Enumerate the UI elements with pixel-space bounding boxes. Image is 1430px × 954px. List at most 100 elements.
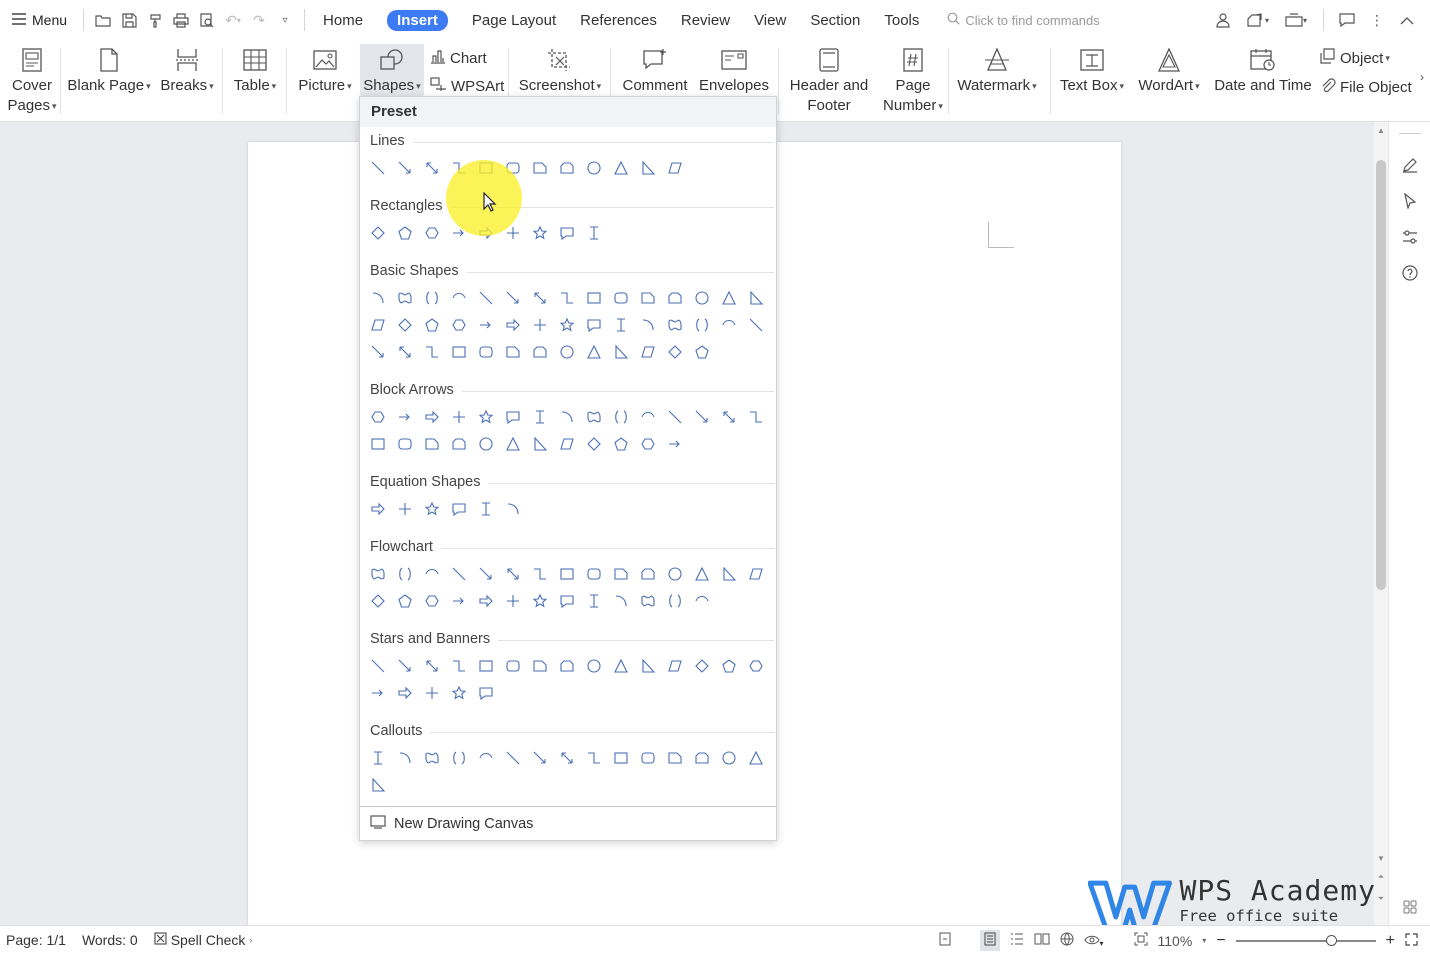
open-folder-icon[interactable] xyxy=(90,0,116,40)
envelopes-button[interactable]: Envelopes xyxy=(696,44,772,96)
shape-stars-16[interactable] xyxy=(367,682,389,704)
shape-basic-27[interactable] xyxy=(664,314,686,336)
shape-basic-26[interactable] xyxy=(637,314,659,336)
reading-view-icon[interactable] xyxy=(1034,932,1050,949)
shape-stars-14[interactable] xyxy=(718,655,740,677)
tab-home[interactable]: Home xyxy=(311,0,375,40)
page-count[interactable]: Page: 1/1 xyxy=(0,932,74,948)
tab-section[interactable]: Section xyxy=(798,0,872,40)
shape-basic-9[interactable] xyxy=(583,287,605,309)
ribbon-scroll-right-icon[interactable]: › xyxy=(1420,70,1424,84)
format-painter-icon[interactable] xyxy=(142,0,168,40)
shape-basic-39[interactable] xyxy=(583,341,605,363)
shape-basic-5[interactable] xyxy=(475,287,497,309)
shape-flowchart-15[interactable] xyxy=(745,563,767,585)
shape-basic-12[interactable] xyxy=(664,287,686,309)
shape-block-arrows-7[interactable] xyxy=(529,406,551,428)
blank-page-button[interactable]: Blank Page xyxy=(66,44,152,96)
shape-basic-41[interactable] xyxy=(637,341,659,363)
shape-callouts-10[interactable] xyxy=(610,747,632,769)
shape-lines-9[interactable] xyxy=(583,157,605,179)
chart-button[interactable]: Chart xyxy=(430,45,487,71)
export-icon[interactable]: ▾ xyxy=(1279,0,1313,40)
shape-stars-9[interactable] xyxy=(583,655,605,677)
zoom-in-icon[interactable]: + xyxy=(1386,932,1395,950)
object-button[interactable]: Object xyxy=(1320,45,1390,71)
shape-stars-18[interactable] xyxy=(421,682,443,704)
shape-rectangles-7[interactable] xyxy=(529,222,551,244)
web-view-icon[interactable] xyxy=(1060,932,1074,949)
shape-rectangles-9[interactable] xyxy=(583,222,605,244)
shape-flowchart-14[interactable] xyxy=(718,563,740,585)
shape-basic-21[interactable] xyxy=(502,314,524,336)
page-number-button[interactable]: Page Number xyxy=(878,44,948,116)
shape-callouts-8[interactable] xyxy=(556,747,578,769)
shape-flowchart-4[interactable] xyxy=(448,563,470,585)
shape-flowchart-17[interactable] xyxy=(394,590,416,612)
shape-flowchart-23[interactable] xyxy=(556,590,578,612)
shape-stars-20[interactable] xyxy=(475,682,497,704)
shape-flowchart-8[interactable] xyxy=(556,563,578,585)
shape-flowchart-21[interactable] xyxy=(502,590,524,612)
share-icon[interactable]: ▾ xyxy=(1241,0,1275,40)
shape-flowchart-18[interactable] xyxy=(421,590,443,612)
menu-button[interactable]: Menu xyxy=(0,0,77,40)
shape-callouts-2[interactable] xyxy=(394,747,416,769)
shape-stars-10[interactable] xyxy=(610,655,632,677)
shape-block-arrows-25[interactable] xyxy=(610,433,632,455)
shape-block-arrows-6[interactable] xyxy=(502,406,524,428)
shape-stars-11[interactable] xyxy=(637,655,659,677)
shape-block-arrows-15[interactable] xyxy=(745,406,767,428)
shape-rectangles-3[interactable] xyxy=(421,222,443,244)
chevron-down-icon[interactable]: ▾ xyxy=(1202,936,1206,945)
shape-flowchart-24[interactable] xyxy=(583,590,605,612)
new-drawing-canvas-button[interactable]: New Drawing Canvas xyxy=(370,815,533,833)
tab-references[interactable]: References xyxy=(568,0,669,40)
shape-callouts-16[interactable] xyxy=(367,774,389,796)
shape-stars-19[interactable] xyxy=(448,682,470,704)
shape-callouts-9[interactable] xyxy=(583,747,605,769)
shape-equation-6[interactable] xyxy=(502,498,524,520)
scrollbar-thumb[interactable] xyxy=(1376,160,1386,590)
shape-block-arrows-19[interactable] xyxy=(448,433,470,455)
tab-review[interactable]: Review xyxy=(669,0,742,40)
file-object-button[interactable]: File Object xyxy=(1320,74,1412,100)
shape-block-arrows-13[interactable] xyxy=(691,406,713,428)
shape-block-arrows-23[interactable] xyxy=(556,433,578,455)
shape-basic-30[interactable] xyxy=(745,314,767,336)
shape-block-arrows-20[interactable] xyxy=(475,433,497,455)
shape-block-arrows-5[interactable] xyxy=(475,406,497,428)
shape-flowchart-28[interactable] xyxy=(691,590,713,612)
protect-doc-icon[interactable] xyxy=(938,932,952,949)
print-preview-icon[interactable] xyxy=(194,0,220,40)
shape-basic-18[interactable] xyxy=(421,314,443,336)
tab-page-layout[interactable]: Page Layout xyxy=(460,0,568,40)
shape-flowchart-22[interactable] xyxy=(529,590,551,612)
shape-basic-6[interactable] xyxy=(502,287,524,309)
shape-basic-3[interactable] xyxy=(421,287,443,309)
cover-pages-button[interactable]: Cover Pages xyxy=(7,44,56,116)
shape-basic-1[interactable] xyxy=(367,287,389,309)
shape-flowchart-7[interactable] xyxy=(529,563,551,585)
shape-block-arrows-16[interactable] xyxy=(367,433,389,455)
date-time-button[interactable]: Date and Time xyxy=(1212,44,1314,96)
redo-icon[interactable]: ↷ xyxy=(246,0,272,40)
shape-block-arrows-8[interactable] xyxy=(556,406,578,428)
shape-basic-13[interactable] xyxy=(691,287,713,309)
shape-stars-3[interactable] xyxy=(421,655,443,677)
shape-block-arrows-11[interactable] xyxy=(637,406,659,428)
shape-block-arrows-12[interactable] xyxy=(664,406,686,428)
shape-block-arrows-14[interactable] xyxy=(718,406,740,428)
shape-flowchart-25[interactable] xyxy=(610,590,632,612)
shape-equation-4[interactable] xyxy=(448,498,470,520)
shape-basic-22[interactable] xyxy=(529,314,551,336)
shape-flowchart-12[interactable] xyxy=(664,563,686,585)
shape-basic-28[interactable] xyxy=(691,314,713,336)
shape-callouts-12[interactable] xyxy=(664,747,686,769)
shape-block-arrows-18[interactable] xyxy=(421,433,443,455)
shape-block-arrows-26[interactable] xyxy=(637,433,659,455)
shape-stars-15[interactable] xyxy=(745,655,767,677)
shape-lines-11[interactable] xyxy=(637,157,659,179)
shape-block-arrows-17[interactable] xyxy=(394,433,416,455)
shape-basic-38[interactable] xyxy=(556,341,578,363)
